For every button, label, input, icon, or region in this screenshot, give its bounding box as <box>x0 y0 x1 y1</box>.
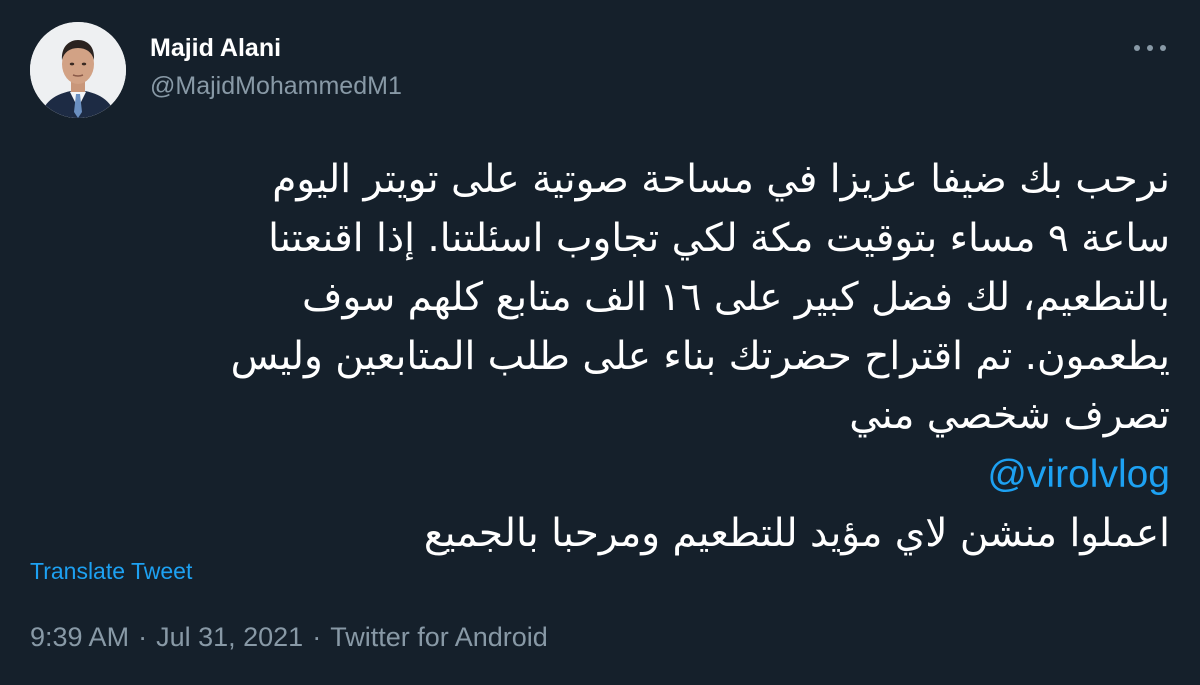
tweet-date-link[interactable]: Jul 31, 2021 <box>156 622 303 652</box>
tweet-metadata: 9:39 AM · Jul 31, 2021 · Twitter for Android <box>30 622 548 653</box>
more-horizontal-icon <box>1134 45 1166 51</box>
display-name[interactable]: Majid Alani <box>150 32 402 64</box>
profile-photo-icon <box>30 22 126 118</box>
user-handle[interactable]: @MajidMohammedM1 <box>150 70 402 102</box>
tweet-text-line: بالتطعيم، لك فضل كبير على ١٦ الف متابع ك… <box>302 275 1170 320</box>
tweet-text-line: ساعة ٩ مساء بتوقيت مكة لكي تجاوب اسئلتنا… <box>268 216 1170 261</box>
more-options-button[interactable] <box>1130 34 1170 62</box>
mention-link[interactable]: @virolvlog <box>987 445 1170 504</box>
tweet-text-line: تصرف شخصي مني <box>849 393 1170 438</box>
tweet-text-line: نرحب بك ضيفا عزيزا في مساحة صوتية على تو… <box>272 157 1170 202</box>
tweet-text: نرحب بك ضيفا عزيزا في مساحة صوتية على تو… <box>70 150 1170 563</box>
translate-tweet-link[interactable]: Translate Tweet <box>30 558 192 585</box>
meta-separator: · <box>138 622 148 652</box>
meta-separator: · <box>312 622 322 652</box>
avatar[interactable] <box>30 22 126 118</box>
tweet-card: Majid Alani @MajidMohammedM1 نرحب بك ضيف… <box>0 0 1200 685</box>
author-info: Majid Alani @MajidMohammedM1 <box>150 32 402 102</box>
tweet-text-line: يطعمون. تم اقتراح حضرتك بناء على طلب الم… <box>230 334 1170 379</box>
tweet-time-link[interactable]: 9:39 AM <box>30 622 129 652</box>
mention-line: @virolvlog <box>70 445 1170 504</box>
tweet-text-line: اعملوا منشن لاي مؤيد للتطعيم ومرحبا بالج… <box>423 511 1170 556</box>
tweet-source-link[interactable]: Twitter for Android <box>330 622 548 652</box>
